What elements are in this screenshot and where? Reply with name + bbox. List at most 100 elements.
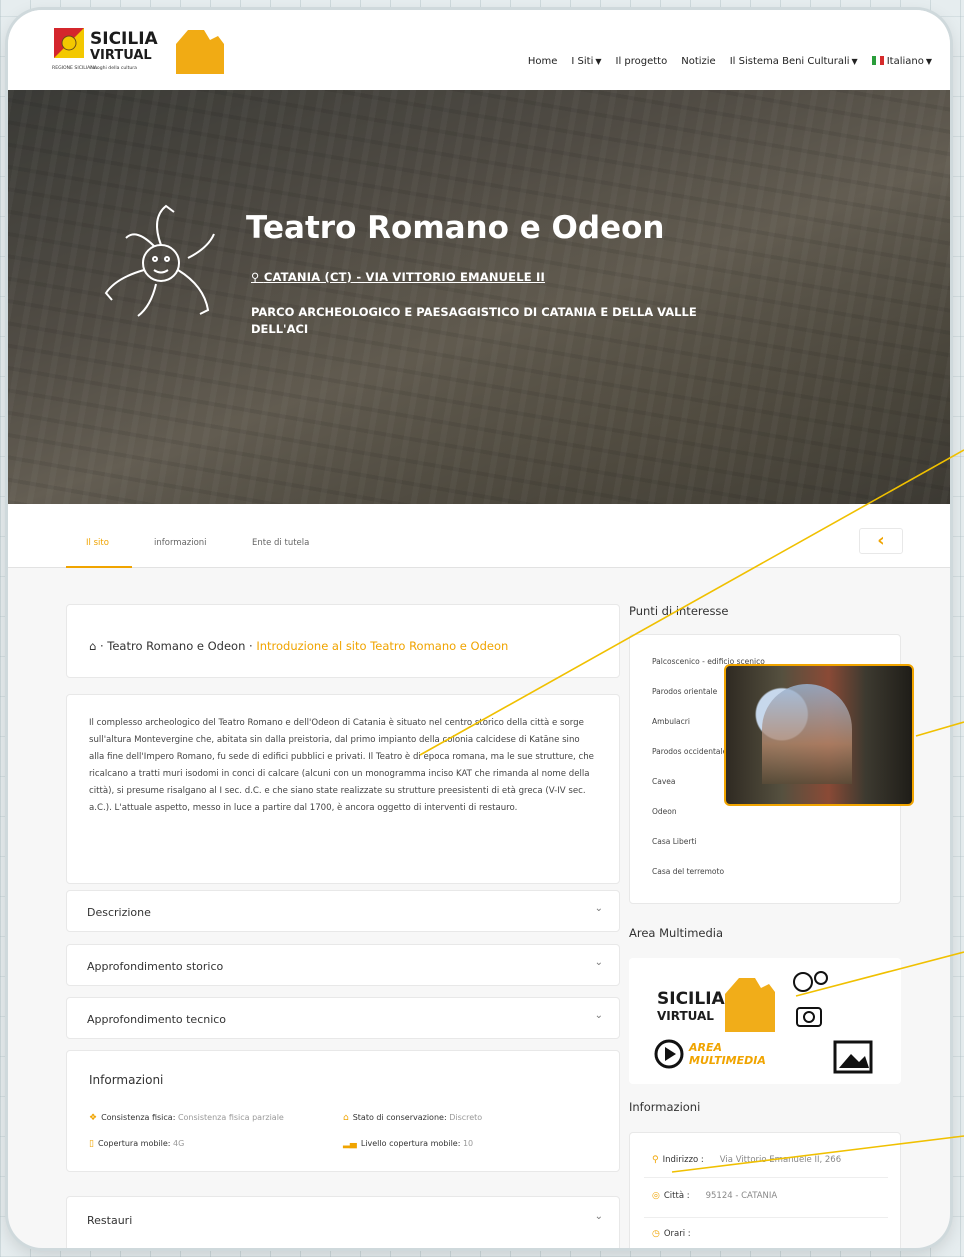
city-row: ◎ Città : 95124 - CATANIA [652, 1191, 777, 1201]
address-label: Indirizzo : [662, 1155, 704, 1165]
tab-il-sito[interactable]: Il sito [86, 538, 109, 548]
back-button[interactable]: ‹ [859, 528, 903, 554]
accordion-restauri[interactable]: Restauri ⌄ [66, 1196, 620, 1248]
poi-item[interactable]: Casa Liberti [652, 837, 696, 846]
city-label: Città : [663, 1191, 690, 1201]
home-icon: ⌂ [343, 1113, 349, 1123]
poi-item[interactable]: Cavea [652, 777, 675, 786]
chevron-down-icon: ⌄ [594, 903, 603, 914]
nav-il-progetto[interactable]: Il progetto [616, 56, 668, 67]
cube-icon: ❖ [89, 1113, 98, 1123]
chevron-down-icon: ⌄ [594, 1211, 603, 1222]
info-copertura: ▯ Copertura mobile: 4G [89, 1139, 184, 1149]
breadcrumb-item[interactable]: Teatro Romano e Odeon [107, 639, 245, 653]
accordion-label: Descrizione [87, 906, 151, 919]
breadcrumb-current: Introduzione al sito Teatro Romano e Ode… [256, 639, 509, 653]
multimedia-title: Area Multimedia [629, 926, 724, 940]
mobile-icon: ▯ [89, 1139, 94, 1149]
accordion-label: Approfondimento storico [87, 960, 224, 973]
info-livello: ▂▄ Livello copertura mobile: 10 [343, 1139, 473, 1149]
address-card: ⚲ Indirizzo : Via Vittorio Emanuele II, 26… [629, 1132, 901, 1248]
logo-brand-line1: SICILIA [90, 29, 159, 49]
poi-item[interactable]: Casa del terremoto [652, 867, 724, 876]
poi-preview-image[interactable] [724, 664, 914, 806]
poi-title: Punti di interesse [629, 604, 729, 618]
nav-i-siti-label: I Siti [571, 56, 594, 67]
info-value: 10 [462, 1139, 474, 1148]
site-location-text: CATANIA (CT) - VIA VITTORIO EMANUELE II [263, 270, 545, 284]
sidebar-info-title: Informazioni [629, 1100, 701, 1114]
nav-sistema-beni-culturali[interactable]: Il Sistema Beni Culturali ▼ [730, 56, 858, 67]
divider [644, 1177, 888, 1178]
tab-ente-di-tutela[interactable]: Ente di tutela [252, 538, 309, 548]
preview-photo [762, 684, 852, 784]
logo-tag-text: i luoghi della cultura [90, 65, 137, 71]
mm-brand-line1: SICILIA [657, 989, 726, 1009]
site-header: REGIONE SICILIANA SICILIA VIRTUAL i luog… [8, 10, 950, 90]
caret-down-icon: ▼ [851, 57, 858, 66]
active-tab-indicator [66, 566, 132, 568]
nav-i-siti[interactable]: I Siti ▼ [571, 56, 601, 67]
hero-banner: Teatro Romano e Odeon ⚲ CATANIA (CT) - V… [8, 90, 950, 504]
accordion-label: Restauri [87, 1214, 133, 1227]
multimedia-banner[interactable]: SICILIA VIRTUAL AREA MULTIMEDIA [629, 958, 901, 1084]
site-location-link[interactable]: ⚲ CATANIA (CT) - VIA VITTORIO EMANUELE I… [251, 270, 545, 284]
tab-informazioni[interactable]: informazioni [154, 538, 207, 548]
logo-brand-line2: VIRTUAL [90, 48, 152, 63]
info-consistenza: ❖ Consistenza fisica: Consistenza fisica … [89, 1113, 284, 1123]
accordion-descrizione[interactable]: Descrizione ⌄ [66, 890, 620, 932]
accordion-approfondimento-tecnico[interactable]: Approfondimento tecnico ⌄ [66, 997, 620, 1039]
nav-sistema-label: Il Sistema Beni Culturali [729, 56, 850, 67]
hours-label: Orari : [663, 1229, 691, 1239]
nav-language[interactable]: Italiano ▼ [871, 56, 932, 67]
info-value: Consistenza fisica parziale [177, 1113, 284, 1122]
info-value: Discreto [449, 1113, 483, 1122]
hours-row: ◷ Orari : [652, 1229, 691, 1239]
temple-icon [176, 30, 224, 74]
breadcrumb: ⌂ · Teatro Romano e Odeon · Introduzione… [66, 604, 620, 678]
chevron-down-icon: ⌄ [594, 957, 603, 968]
browser-frame: REGIONE SICILIANA SICILIA VIRTUAL i luog… [8, 10, 950, 1248]
poi-item[interactable]: Ambulacri [652, 717, 690, 726]
page-tabs: Il sito informazioni Ente di tutela ‹ [8, 504, 950, 568]
chevron-down-icon: ⌄ [594, 1010, 603, 1021]
informazioni-title: Informazioni [89, 1073, 164, 1087]
info-label: Livello copertura mobile: [360, 1139, 461, 1148]
caret-down-icon: ▼ [925, 57, 932, 66]
site-title: Teatro Romano e Odeon [246, 210, 665, 246]
nav-language-label: Italiano [886, 56, 924, 67]
accordion-label: Approfondimento tecnico [87, 1013, 227, 1026]
accordion-approfondimento-storico[interactable]: Approfondimento storico ⌄ [66, 944, 620, 986]
mm-label-line1: AREA [688, 1041, 722, 1054]
mm-label-line2: MULTIMEDIA [689, 1054, 766, 1067]
home-icon[interactable]: ⌂ [89, 639, 96, 653]
trinacria-icon [104, 204, 215, 317]
clock-icon: ◷ [652, 1229, 660, 1239]
info-value: 4G [173, 1139, 185, 1148]
signal-icon: ▂▄ [343, 1139, 357, 1149]
address-row: ⚲ Indirizzo : Via Vittorio Emanuele II, 26… [652, 1155, 841, 1165]
nav-notizie[interactable]: Notizie [681, 56, 715, 67]
map-pin-icon: ⚲ [652, 1155, 659, 1165]
site-park-name: PARCO ARCHEOLOGICO E PAESAGGISTICO DI CA… [251, 305, 697, 336]
temple-icon [725, 978, 775, 1032]
poi-item[interactable]: Odeon [652, 807, 677, 816]
info-label: Stato di conservazione: [352, 1113, 447, 1122]
info-label: Consistenza fisica: [101, 1113, 176, 1122]
intro-text: Il complesso archeologico del Teatro Rom… [66, 694, 620, 884]
address-value: Via Vittorio Emanuele II, 266 [719, 1155, 842, 1165]
nav-home[interactable]: Home [528, 56, 558, 67]
main-nav: Home I Siti ▼ Il progetto Notizie Il Sist… [528, 56, 932, 67]
poi-item[interactable]: Parodos orientale [652, 687, 717, 696]
informazioni-card: Informazioni ❖ Consistenza fisica: Consis… [66, 1050, 620, 1172]
divider [644, 1217, 888, 1218]
poi-item[interactable]: Parodos occidentale [652, 747, 727, 756]
italy-flag-icon [871, 56, 884, 65]
caret-down-icon: ▼ [595, 57, 602, 66]
map-pin-icon: ⚲ [251, 270, 264, 284]
sicilia-virtual-logo[interactable]: REGIONE SICILIANA SICILIA VIRTUAL i luog… [52, 22, 232, 78]
info-label: Copertura mobile: [97, 1139, 171, 1148]
mm-brand-line2: VIRTUAL [657, 1009, 714, 1023]
target-icon: ◎ [652, 1191, 660, 1201]
info-stato: ⌂ Stato di conservazione: Discreto [343, 1113, 482, 1123]
